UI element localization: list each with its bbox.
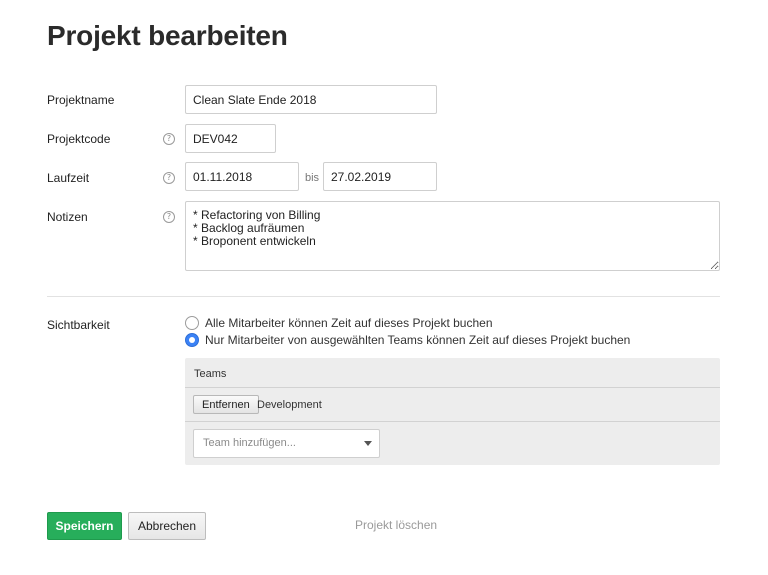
end-date-input[interactable] <box>323 162 437 191</box>
project-name-input[interactable] <box>185 85 437 114</box>
visibility-option-label: Alle Mitarbeiter können Zeit auf dieses … <box>205 316 493 330</box>
help-icon[interactable]: ? <box>163 172 175 184</box>
divider <box>47 296 720 297</box>
project-code-input[interactable] <box>185 124 276 153</box>
remove-team-button[interactable]: Entfernen <box>193 395 259 414</box>
chevron-down-icon <box>364 441 372 446</box>
teams-header: Teams <box>194 368 227 380</box>
visibility-option-teams[interactable]: Nur Mitarbeiter von ausgewählten Teams k… <box>185 333 630 347</box>
save-button[interactable]: Speichern <box>47 512 122 540</box>
add-team-placeholder: Team hinzufügen... <box>203 437 296 449</box>
radio-button[interactable] <box>185 316 199 330</box>
project-code-label: Projektcode <box>47 132 111 146</box>
teams-panel: Teams Entfernen Development Team hinzufü… <box>185 358 720 465</box>
duration-label: Laufzeit <box>47 171 90 185</box>
visibility-option-all[interactable]: Alle Mitarbeiter können Zeit auf dieses … <box>185 316 493 330</box>
visibility-option-label: Nur Mitarbeiter von ausgewählten Teams k… <box>205 333 631 347</box>
delete-project-link[interactable]: Projekt löschen <box>355 518 437 532</box>
radio-button-selected[interactable] <box>185 333 199 347</box>
divider <box>185 387 720 388</box>
notes-textarea[interactable]: * Refactoring von Billing * Backlog aufr… <box>185 201 720 271</box>
date-separator: bis <box>305 172 320 184</box>
visibility-label: Sichtbarkeit <box>47 318 110 332</box>
help-icon[interactable]: ? <box>163 211 175 223</box>
notes-label: Notizen <box>47 210 88 224</box>
start-date-input[interactable] <box>185 162 299 191</box>
divider <box>185 421 720 422</box>
page-title: Projekt bearbeiten <box>47 20 288 51</box>
project-name-label: Projektname <box>47 93 115 107</box>
cancel-button[interactable]: Abbrechen <box>128 512 206 540</box>
help-icon[interactable]: ? <box>163 133 175 145</box>
add-team-select[interactable]: Team hinzufügen... <box>193 429 380 458</box>
team-name: Development <box>257 399 322 411</box>
